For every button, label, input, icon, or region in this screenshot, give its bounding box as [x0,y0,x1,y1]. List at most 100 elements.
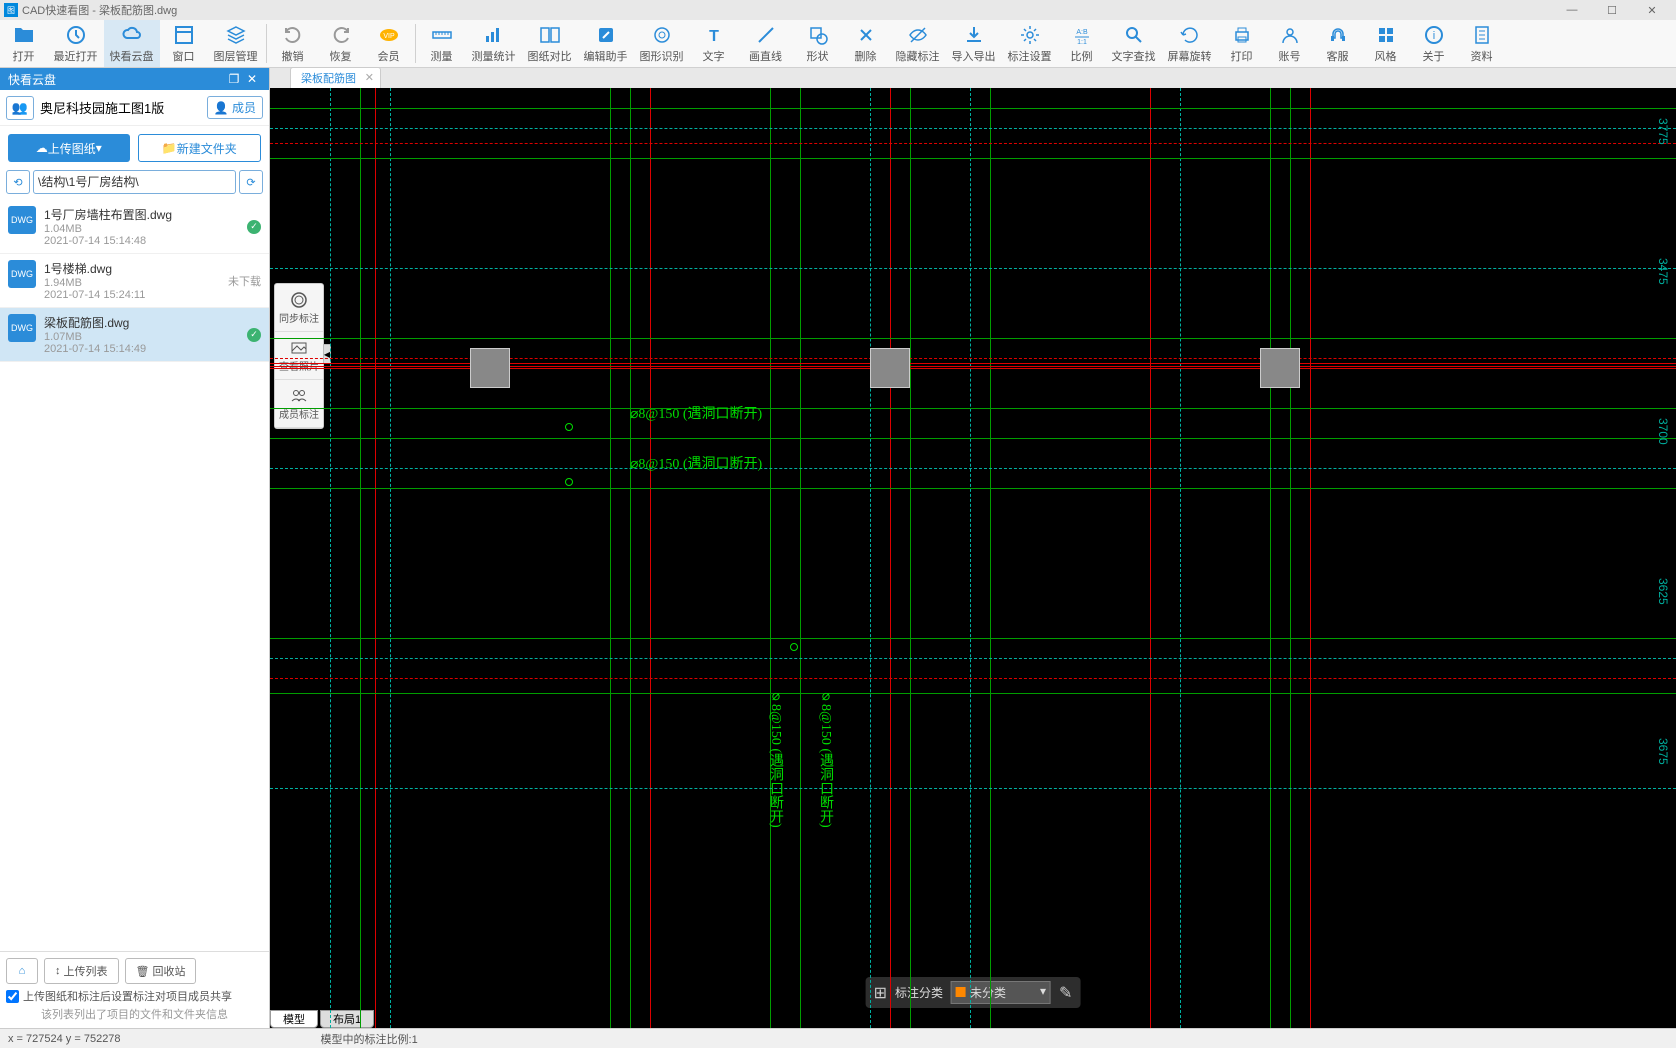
dimension-text: 3700 [1656,418,1670,445]
model-tab[interactable]: 模型 [270,1010,318,1028]
upload-list-button[interactable]: ↕ 上传列表 [44,958,119,984]
panel-title-text: 快看云盘 [8,71,56,88]
toolbar-folder-button[interactable]: 打开 [0,20,48,67]
close-button[interactable]: ✕ [1632,1,1672,19]
account-icon [1279,24,1301,46]
toolbar-window-button[interactable]: 窗口 [160,20,208,67]
toolbar-import-button[interactable]: 导入导出 [946,20,1002,67]
document-tabbar: 梁板配筋图 ✕ [270,68,1676,88]
tab-close-icon[interactable]: ✕ [365,71,374,84]
toolbar-clock-button[interactable]: 最近打开 [48,20,104,67]
toolbar-edit-button[interactable]: 编辑助手 [578,20,634,67]
dwg-icon: DWG [8,314,36,342]
toolbar-account-button[interactable]: 账号 [1266,20,1314,67]
svg-text:A:B: A:B [1076,29,1088,36]
toolbar-scale-button[interactable]: A:B1:1比例 [1058,20,1106,67]
share-checkbox[interactable] [6,990,19,1003]
rotate-icon [1179,24,1201,46]
toolbar-line-button[interactable]: 画直线 [738,20,794,67]
document-tab[interactable]: 梁板配筋图 ✕ [290,67,381,88]
upload-drawing-button[interactable]: ☁ 上传图纸 ▾ [8,134,130,162]
window-icon [173,24,195,46]
toolbar-support-button[interactable]: 客服 [1314,20,1362,67]
toolbar-style-button[interactable]: 风格 [1362,20,1410,67]
share-label: 上传图纸和标注后设置标注对项目成员共享 [23,988,232,1004]
toolbar-docs-button[interactable]: 资料 [1458,20,1506,67]
toolbar-delete-button[interactable]: 删除 [842,20,890,67]
clock-icon [65,24,87,46]
toolbar-text-button[interactable]: T文字 [690,20,738,67]
panel-hint: 该列表列出了项目的文件和文件夹信息 [6,1006,263,1022]
svg-text:1:1: 1:1 [1077,39,1087,46]
toolbar-vip-button[interactable]: VIP会员 [365,20,413,67]
dimension-text: 3675 [1656,738,1670,765]
toolbar-settings-button[interactable]: 标注设置 [1002,20,1058,67]
view-photo-button[interactable]: 查看照片 [275,332,323,380]
classify-select[interactable]: 未分类 ▾ [951,981,1051,1004]
classify-label: 标注分类 [895,984,943,1001]
dwg-icon: DWG [8,260,36,288]
file-item[interactable]: DWG1号厂房墙柱布置图.dwg1.04MB2021-07-14 15:14:4… [0,200,269,254]
toolbar-find-button[interactable]: 文字查找 [1106,20,1162,67]
compare-icon [539,24,561,46]
grid-marker [565,478,573,486]
toolbar-cloud-button[interactable]: 快看云盘 [104,20,160,67]
main-toolbar: 打开最近打开快看云盘窗口图层管理撤销恢复VIP会员测量测量统计图纸对比编辑助手图… [0,20,1676,68]
file-item[interactable]: DWG1号楼梯.dwg1.94MB2021-07-14 15:24:11未下载 [0,254,269,308]
panel-restore-button[interactable]: ❐ [225,72,243,86]
project-icon[interactable]: 👥 [6,96,34,120]
folder-icon [13,24,35,46]
layout1-tab[interactable]: 布局1 [320,1010,374,1028]
cloud-icon [121,24,143,46]
minimize-button[interactable]: — [1552,1,1592,19]
rebar-annotation: ⌀8@150 (遇洞口断开) [630,453,762,473]
toolbar-rotate-button[interactable]: 屏幕旋转 [1162,20,1218,67]
maximize-button[interactable]: ☐ [1592,1,1632,19]
nav-back-button[interactable]: ⟲ [6,170,30,194]
app-icon: 图 [4,3,18,17]
grid-marker [565,423,573,431]
recognize-icon [651,24,673,46]
toolbar-compare-button[interactable]: 图纸对比 [522,20,578,67]
drawing-canvas[interactable]: 同步标注 查看照片 成员标注 ◀ ⊞ 标注分类 未分类 ▾ [270,88,1676,1028]
settings-icon [1019,24,1041,46]
home-button[interactable]: ⌂ [6,958,38,984]
svg-text:i: i [1432,30,1434,42]
member-annotation-button[interactable]: 成员标注 [275,380,323,428]
panel-close-button[interactable]: ✕ [243,72,261,86]
refresh-button[interactable]: ⟳ [239,170,263,194]
file-list: DWG1号厂房墙柱布置图.dwg1.04MB2021-07-14 15:14:4… [0,200,269,951]
panel-titlebar: 快看云盘 ❐ ✕ [0,68,269,90]
text-icon: T [703,24,725,46]
stats-icon [483,24,505,46]
toolbar-about-button[interactable]: i关于 [1410,20,1458,67]
new-folder-button[interactable]: 📁 新建文件夹 [138,134,262,162]
structural-column [470,348,510,388]
grid-icon[interactable]: ⊞ [874,983,887,1003]
structural-column [870,348,910,388]
edit-classify-icon[interactable]: ✎ [1059,983,1072,1003]
toolbar-layers-button[interactable]: 图层管理 [208,20,264,67]
toolbar-hide-button[interactable]: 隐藏标注 [890,20,946,67]
coord-readout: x = 727524 y = 752278 [8,1033,121,1045]
dimension-text: 3475 [1656,258,1670,285]
scale-readout: 模型中的标注比例:1 [321,1031,418,1047]
members-button[interactable]: 👤 成员 [207,96,263,119]
file-item[interactable]: DWG梁板配筋图.dwg1.07MB2021-07-14 15:14:49✓ [0,308,269,362]
app-title: CAD快速看图 - 梁板配筋图.dwg [22,2,177,18]
toolbar-stats-button[interactable]: 测量统计 [466,20,522,67]
hide-icon [907,24,929,46]
toolbar-ruler-button[interactable]: 测量 [418,20,466,67]
sync-annotation-button[interactable]: 同步标注 [275,284,323,332]
layers-icon [225,24,247,46]
path-input[interactable]: \结构\1号厂房结构\ [33,170,236,194]
toolbar-recognize-button[interactable]: 图形识别 [634,20,690,67]
svg-text:VIP: VIP [383,33,395,40]
toolbar-shape-button[interactable]: 形状 [794,20,842,67]
ruler-icon [431,24,453,46]
toolbar-undo-button[interactable]: 撤销 [269,20,317,67]
toolbar-print-button[interactable]: 打印 [1218,20,1266,67]
toolbar-redo-button[interactable]: 恢复 [317,20,365,67]
project-row: 👥 奥尼科技园施工图1版 👤 成员 [0,90,269,126]
recycle-bin-button[interactable]: 🗑 回收站 [125,958,197,984]
